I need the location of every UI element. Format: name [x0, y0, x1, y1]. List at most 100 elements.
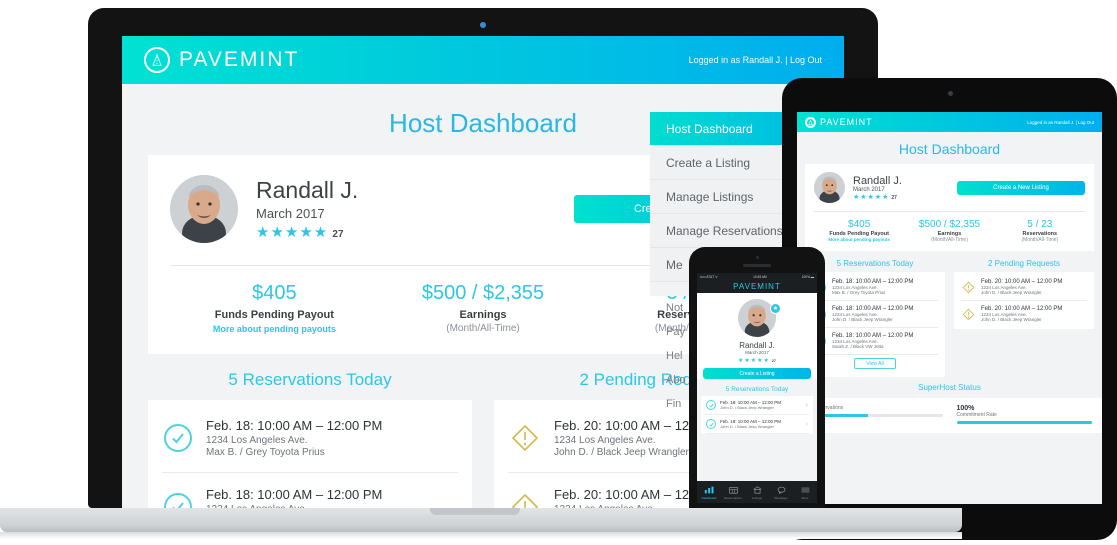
brand-name: PAVEMINT — [179, 48, 300, 71]
tab-messages[interactable]: Messages — [769, 485, 793, 500]
stat-reservations: 5 / 23 Reservations (Month/All-Time) — [995, 219, 1085, 243]
carrier-signal: ••••• AT&T ᯤ — [700, 274, 718, 279]
metric-label: Commitment Rate — [956, 412, 997, 418]
tab-listings[interactable]: Listings — [745, 485, 769, 500]
pending-payouts-link[interactable]: More about pending payouts — [170, 324, 379, 334]
profile-row: Randall J. March 2017 ★★★★★ 27 Create a … — [814, 172, 1085, 203]
reservation-time: Feb. 18: 10:00 AM – 12:00 PM — [206, 487, 383, 502]
stat-label: Earnings — [459, 309, 507, 321]
phone-profile-card: ★ Randall J. March 2017 ★★★★★ 27 Create … — [697, 293, 817, 379]
list-item[interactable]: Feb. 18: 10:00 AM – 12:00 PM 1234 Los An… — [812, 301, 938, 327]
brand-name: PAVEMINT — [820, 117, 873, 127]
rating-row: ★★★★★ 27 — [256, 223, 358, 241]
stat-funds-pending: $405 Funds Pending Payout More about pen… — [814, 219, 904, 243]
stat-funds-pending: $405 Funds Pending Payout More about pen… — [170, 282, 379, 334]
check-circle-icon — [164, 493, 192, 508]
tab-label: Dashboard — [701, 495, 717, 500]
sidebar-item-label: Not — [666, 302, 684, 314]
metric-value: 100% — [956, 405, 975, 412]
view-all-button[interactable]: View All — [854, 358, 896, 369]
list-item[interactable]: Feb. 18: 10:00 AM – 12:00 PM John D. / B… — [705, 415, 809, 434]
reservation-guest: John D. / Black Jeep Wrangler — [720, 424, 774, 429]
review-count: 27 — [332, 229, 344, 240]
chevron-right-icon: › — [805, 401, 808, 409]
tablet-screen: PAVEMINT Logged in as Randall J. | Log O… — [797, 112, 1102, 504]
phone-status-bar: ••••• AT&T ᯤ 10:45 AM 100% ▬ — [697, 273, 817, 280]
profile-member-since: March 2017 — [745, 350, 769, 355]
pavemint-road-circle-icon — [144, 47, 170, 73]
laptop-header: PAVEMINT Logged in as Randall J. | Log O… — [122, 36, 844, 84]
avatar — [814, 172, 845, 203]
list-item[interactable]: Feb. 18: 10:00 AM – 12:00 PM 1234 Los An… — [812, 274, 938, 300]
phone-nav-bar: PAVEMINT — [697, 280, 817, 293]
list-item[interactable]: Feb. 18: 10:00 AM – 12:00 PM 1234 Los An… — [162, 404, 458, 472]
tablet-camera-icon — [947, 91, 953, 96]
message-icon — [769, 485, 793, 495]
rating-row: ★★★★★ 27 — [703, 357, 811, 364]
sidebar-item-label: Pay — [666, 326, 685, 338]
account-status[interactable]: Logged in as Randall J. | Log Out — [1027, 120, 1094, 125]
profile-name: Randall J. — [256, 177, 359, 203]
tab-label: Listings — [751, 495, 763, 500]
list-item[interactable]: Feb. 18: 10:00 AM – 12:00 PM 1234 Los An… — [812, 328, 938, 354]
sidebar-item-label: Manage Reservations — [666, 223, 783, 238]
brand-logo[interactable]: PAVEMINT — [805, 116, 873, 128]
list-item[interactable]: Feb. 20: 10:00 AM – 12:00 PM 1234 Los An… — [961, 301, 1087, 327]
profile-meta: Randall J. March 2017 ★★★★★ 27 — [256, 177, 358, 241]
reservations-column: 5 Reservations Today Feb. 18: 10:00 AM –… — [805, 259, 945, 377]
pending-list: Feb. 20: 10:00 AM – 12:00 PM 1234 Los An… — [954, 272, 1094, 329]
tablet-header: PAVEMINT Logged in as Randall J. | Log O… — [797, 112, 1102, 132]
reservations-list: Feb. 18: 10:00 AM – 12:00 PM 1234 Los An… — [805, 272, 945, 377]
star-rating-icon: ★★★★★ — [256, 224, 329, 241]
list-item[interactable]: Feb. 20: 10:00 AM – 12:00 PM 1234 Los An… — [961, 274, 1087, 300]
avatar — [170, 175, 238, 243]
list-item[interactable]: Feb. 18: 10:00 AM – 12:00 PM John D. / B… — [705, 396, 809, 415]
create-listing-button[interactable]: Create a Listing — [703, 368, 811, 379]
check-circle-icon — [706, 400, 716, 410]
brand-logo[interactable]: PAVEMINT — [144, 47, 299, 73]
profile-member-since: March 2017 — [256, 206, 325, 221]
phone-device: ••••• AT&T ᯤ 10:45 AM 100% ▬ PAVEMINT ★ … — [689, 247, 825, 535]
metric-label: 10 Reservations — [807, 405, 844, 411]
tab-more[interactable]: More — [793, 485, 817, 500]
host-badge-icon: ★ — [770, 303, 781, 314]
reservation-address: 1234 Los Angeles Ave. — [206, 435, 308, 446]
stat-sub: (Month/All-Time) — [446, 323, 520, 334]
sidebar-item-label: Host Dashboard — [666, 121, 753, 136]
rating-row: ★★★★★ 27 — [853, 193, 902, 201]
superhost-title: SuperHost Status — [918, 383, 981, 392]
phone-tab-bar: Dashboard Reservations Listings Messages… — [697, 481, 817, 503]
star-rating-icon: ★★★★★ — [853, 193, 890, 201]
pending-title: 2 Pending Requests — [987, 259, 1061, 268]
review-count: 27 — [771, 358, 777, 363]
laptop-camera-icon — [480, 22, 486, 28]
check-circle-icon — [164, 424, 192, 452]
stat-value: 5 / 23 — [1027, 219, 1053, 230]
page-title: Host Dashboard — [898, 141, 1001, 157]
warning-diamond-icon — [510, 492, 540, 508]
dashboard-lists: 5 Reservations Today Feb. 18: 10:00 AM –… — [805, 259, 1094, 377]
pavemint-road-circle-icon — [805, 116, 816, 128]
metric-commitment: 100% Commitment Rate — [956, 405, 1092, 424]
pending-payouts-link[interactable]: More about pending payouts — [814, 237, 904, 242]
sidebar-item-label: Me — [666, 257, 683, 272]
stat-value: $405 — [848, 219, 871, 230]
tab-reservations[interactable]: Reservations — [721, 485, 745, 500]
stat-earnings: $500 / $2,355 Earnings (Month/All-Time) — [904, 219, 994, 243]
account-status[interactable]: Logged in as Randall J. | Log Out — [689, 55, 822, 65]
list-item[interactable]: Feb. 18: 10:00 AM – 12:00 PM 1234 Los An… — [162, 473, 458, 508]
tab-label: Messages — [774, 495, 788, 500]
profile-name: Randall J. — [853, 174, 902, 187]
brand-name: PAVEMINT — [733, 282, 781, 291]
superhost-metrics: 10 Reservations 100% Commitment Rate — [797, 398, 1102, 433]
reservation-time: Feb. 18: 10:00 AM – 12:00 PM — [206, 418, 383, 433]
metric-reservations: 10 Reservations — [807, 405, 943, 424]
stat-earnings: $500 / $2,355 Earnings (Month/All-Time) — [379, 282, 588, 334]
sidebar-item-label: Manage Listings — [666, 189, 754, 204]
reservation-guest: Max B. / Grey Toyota Prius — [206, 447, 325, 458]
profile-meta: Randall J. March 2017 ★★★★★ 27 — [853, 175, 902, 201]
create-new-listing-button[interactable]: Create a New Listing — [957, 180, 1085, 195]
tab-dashboard[interactable]: Dashboard — [697, 485, 721, 500]
reservations-list: Feb. 18: 10:00 AM – 12:00 PM John D. / B… — [701, 396, 813, 434]
stat-sub: (Month/All-Time) — [1021, 237, 1059, 243]
